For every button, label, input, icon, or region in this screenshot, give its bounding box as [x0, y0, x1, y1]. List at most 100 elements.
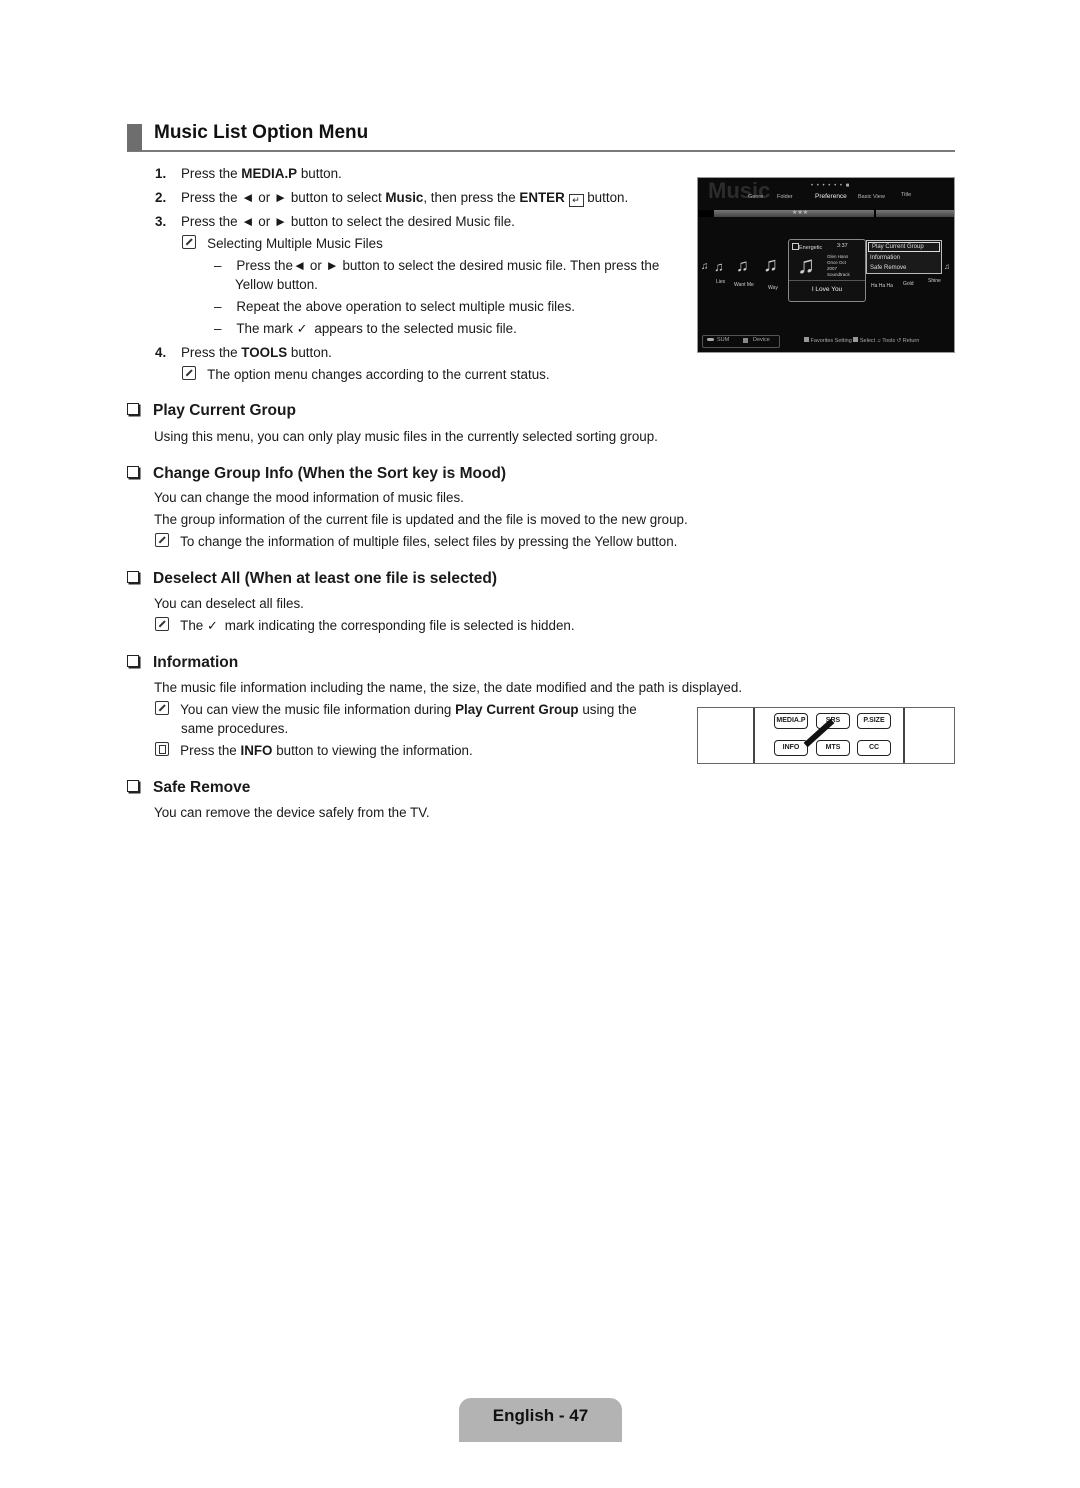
- deselect-all-note: The ✓ mark indicating the corresponding …: [155, 617, 575, 635]
- note-icon: [155, 533, 169, 547]
- card-duration: 3:37: [837, 243, 848, 249]
- tv-footer-select[interactable]: Select: [860, 338, 875, 344]
- checkbox-bullet-icon: [127, 655, 139, 667]
- tv-rating: ★★★: [792, 210, 809, 216]
- remote-edge-left: [753, 708, 755, 763]
- section-title-bar: Music List Option Menu: [127, 122, 955, 152]
- section-information: Information: [127, 654, 238, 672]
- section-change-group-info: Change Group Info (When the Sort key is …: [127, 465, 506, 483]
- change-group-body-2: The group information of the current fil…: [154, 512, 688, 527]
- note-icon: [182, 235, 196, 249]
- remote-button-mts[interactable]: MTS: [816, 740, 850, 756]
- color-key-icon: [853, 337, 859, 342]
- track-label[interactable]: Way: [768, 285, 778, 291]
- tv-progress-bar: [698, 210, 954, 217]
- music-note-icon: ♫: [736, 256, 749, 275]
- menu-item-play-current-group[interactable]: Play Current Group: [868, 242, 940, 252]
- step-2: 2. Press the ◄ or ► button to select Musi…: [155, 190, 629, 207]
- enter-icon: ↵: [568, 194, 584, 207]
- card-song-title: I Love You: [811, 286, 843, 293]
- card-divider: [789, 280, 865, 281]
- information-note-1: You can view the music file information …: [155, 701, 637, 719]
- tv-bar-left: [698, 210, 714, 217]
- note-icon: [155, 617, 169, 631]
- safe-remove-body: You can remove the device safely from th…: [154, 805, 430, 820]
- tv-footer-return[interactable]: Return: [903, 338, 920, 344]
- change-group-body-1: You can change the mood information of m…: [154, 490, 464, 505]
- information-note-2: Press the INFO button to viewing the inf…: [155, 742, 473, 760]
- tv-sort-tab[interactable]: Genre: [748, 194, 763, 200]
- step-3: 3. Press the ◄ or ► button to select the …: [155, 214, 515, 229]
- remote-hint-icon: [155, 742, 169, 756]
- tv-sort-tab[interactable]: Title: [901, 192, 911, 198]
- tv-sort-tab-active[interactable]: Preference: [815, 193, 847, 200]
- step-4-note: The option menu changes according to the…: [182, 366, 550, 384]
- remote-button-p-size[interactable]: P.SIZE: [857, 713, 891, 729]
- checkbox-bullet-icon: [127, 780, 139, 792]
- tv-music-screen: Music • • • • • • ■ Genre Folder Prefere…: [697, 177, 955, 353]
- track-label[interactable]: Want Me: [734, 282, 754, 288]
- checkbox-icon: [792, 243, 799, 250]
- page-title: Music List Option Menu: [154, 122, 369, 143]
- tv-footer-left-box: SUM Device: [702, 335, 780, 348]
- tv-footer-favorites[interactable]: Favorites Setting: [811, 338, 852, 344]
- card-genre: Soundtrack: [827, 272, 850, 277]
- title-marker: [127, 124, 142, 151]
- note-icon: [155, 701, 169, 715]
- music-note-icon: ♫: [763, 254, 778, 276]
- menu-item-information[interactable]: Information: [867, 253, 941, 263]
- step-4: 4. Press the TOOLS button.: [155, 345, 332, 360]
- card-mood: Energetic: [792, 243, 822, 251]
- track-label[interactable]: Shine: [928, 278, 941, 284]
- tools-icon: ♫: [876, 338, 881, 344]
- play-current-group-body: Using this menu, you can only play music…: [154, 429, 658, 444]
- deselect-all-body: You can deselect all files.: [154, 596, 304, 611]
- remote-edge-right: [903, 708, 905, 763]
- tv-footer: SUM Device Favorites Setting Select ♫ To…: [698, 334, 954, 350]
- tv-bar-divider: [874, 209, 876, 218]
- bullet-1: – Press the◄ or ► button to select the d…: [214, 258, 660, 273]
- tv-footer-device[interactable]: Device: [753, 337, 770, 343]
- checkbox-bullet-icon: [127, 403, 139, 415]
- tv-title: Music: [708, 178, 771, 203]
- track-label[interactable]: Gold: [903, 281, 914, 287]
- checkmark-icon: ✓: [206, 618, 218, 633]
- tv-footer-right: Favorites Setting Select ♫ Tools ↺ Retur…: [804, 337, 919, 344]
- card-details: Glen Hans Once Oct 2007 Soundtrack: [827, 254, 850, 278]
- menu-item-safe-remove[interactable]: Safe Remove: [867, 263, 941, 273]
- track-label[interactable]: Lies: [716, 279, 725, 285]
- tv-sort-tab[interactable]: Basic View: [858, 194, 885, 200]
- information-body: The music file information including the…: [154, 680, 743, 695]
- tv-sort-tab[interactable]: Folder: [777, 194, 793, 200]
- tv-footer-sum[interactable]: SUM: [717, 337, 729, 343]
- remote-illustration: MEDIA.P SRS P.SIZE INFO MTS CC: [697, 707, 955, 764]
- tv-footer-tools[interactable]: Tools: [882, 338, 895, 344]
- information-note-1-cont: same procedures.: [181, 721, 289, 736]
- step-3-note: Selecting Multiple Music Files: [182, 235, 383, 253]
- device-icon: [743, 338, 748, 343]
- bullet-2: – Repeat the above operation to select m…: [214, 299, 576, 314]
- color-key-icon: [804, 337, 809, 342]
- checkbox-bullet-icon: [127, 466, 139, 478]
- bullet-3: – The mark ✓ appears to the selected mus…: [214, 321, 517, 336]
- note-icon: [182, 366, 196, 380]
- step-1: 1. Press the MEDIA.P button.: [155, 166, 342, 181]
- checkbox-bullet-icon: [127, 571, 139, 583]
- remote-button-cc[interactable]: CC: [857, 740, 891, 756]
- music-note-icon: ♫: [701, 261, 709, 272]
- music-note-icon: ♫: [944, 262, 950, 271]
- track-label[interactable]: Ha Ha Ha: [871, 283, 893, 289]
- return-icon: ↺: [896, 338, 902, 344]
- music-note-icon: ♫: [797, 252, 815, 279]
- remote-icon: [707, 338, 714, 341]
- remote-button-media-p[interactable]: MEDIA.P: [774, 713, 808, 729]
- section-play-current-group: Play Current Group: [127, 402, 296, 420]
- tv-page-dots: • • • • • • ■: [811, 183, 851, 189]
- page-number-footer: English - 47: [459, 1398, 622, 1442]
- tools-option-menu: Play Current Group Information Safe Remo…: [866, 240, 942, 274]
- checkmark-icon: ✓: [296, 321, 308, 336]
- bullet-1-cont: Yellow button.: [235, 277, 318, 292]
- tv-selected-track-card[interactable]: Energetic 3:37 ♫ Glen Hans Once Oct 2007…: [788, 239, 866, 302]
- music-note-icon: ♫: [714, 259, 724, 274]
- section-deselect-all: Deselect All (When at least one file is …: [127, 570, 497, 588]
